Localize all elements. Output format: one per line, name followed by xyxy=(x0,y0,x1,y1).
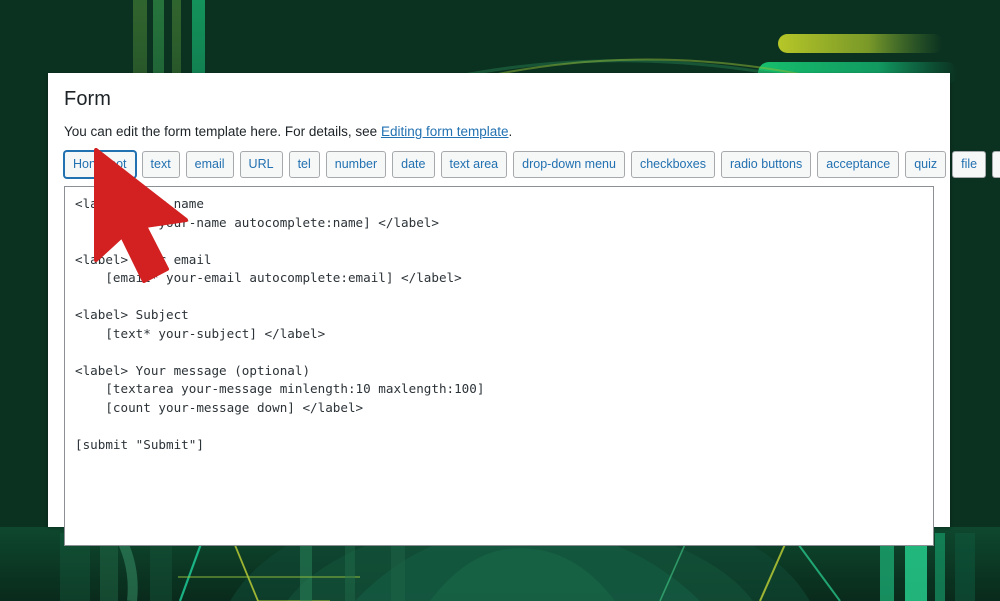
description-text-after: . xyxy=(509,124,513,139)
form-template-code[interactable]: <label> Your name [text* your-name autoc… xyxy=(75,195,923,454)
form-tag-button-number[interactable]: number xyxy=(326,151,386,178)
form-tag-button-honeypot[interactable]: Honeypot xyxy=(64,151,136,178)
form-tag-button-file[interactable]: file xyxy=(952,151,986,178)
form-tag-button-email[interactable]: email xyxy=(186,151,234,178)
form-tag-button-acceptance[interactable]: acceptance xyxy=(817,151,899,178)
form-description: You can edit the form template here. For… xyxy=(64,123,934,141)
description-text-before: You can edit the form template here. For… xyxy=(64,124,381,139)
form-template-editor[interactable]: <label> Your name [text* your-name autoc… xyxy=(64,186,934,546)
form-tag-button-url[interactable]: URL xyxy=(240,151,283,178)
form-tag-button-text-area[interactable]: text area xyxy=(441,151,508,178)
form-editor-panel: Form You can edit the form template here… xyxy=(48,73,950,527)
form-tag-button-radio-buttons[interactable]: radio buttons xyxy=(721,151,811,178)
form-tag-button-checkboxes[interactable]: checkboxes xyxy=(631,151,715,178)
form-tag-button-tel[interactable]: tel xyxy=(289,151,320,178)
form-tag-button-submit[interactable]: submit xyxy=(992,151,1000,178)
form-tag-button-text[interactable]: text xyxy=(142,151,180,178)
form-tag-button-date[interactable]: date xyxy=(392,151,434,178)
form-tag-button-drop-down-menu[interactable]: drop-down menu xyxy=(513,151,625,178)
page-title: Form xyxy=(64,87,934,111)
form-tag-button-quiz[interactable]: quiz xyxy=(905,151,946,178)
form-tag-toolbar: HoneypottextemailURLtelnumberdate text ar… xyxy=(64,151,934,178)
editing-form-template-link[interactable]: Editing form template xyxy=(381,124,509,139)
